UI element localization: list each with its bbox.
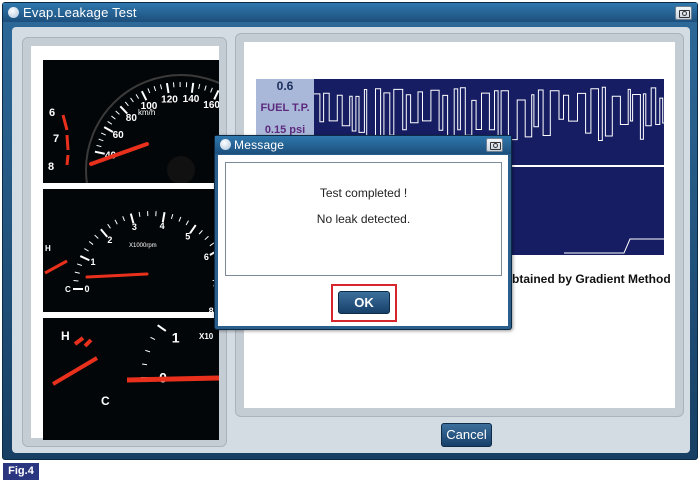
gauge-tick-mark <box>73 280 79 282</box>
gauge-tick-mark <box>107 223 111 229</box>
tacho-side-tick: C <box>65 285 71 294</box>
temperature-gauge: 012 X10 H C <box>43 318 219 440</box>
gauge-tick-label: 80 <box>126 113 138 124</box>
speed-side-tick: 6 <box>49 107 55 119</box>
gauge-tick-label: 1 <box>90 257 95 267</box>
speed-side-tick: 7 <box>53 133 59 145</box>
dialog-body: Test completed ! No leak detected. OK <box>218 155 508 326</box>
camera-icon[interactable] <box>675 6 692 20</box>
gauge-tick-label: 160 <box>203 100 219 111</box>
message-line-leak: No leak detected. <box>316 212 411 226</box>
gauge-tick-mark <box>100 132 106 136</box>
gauge-tick-mark <box>185 220 189 226</box>
gauge-tick-label: 4 <box>160 221 165 231</box>
gear-icon <box>8 7 19 18</box>
gauge-tick-label: 60 <box>113 130 125 141</box>
gauge-tick-mark <box>115 110 120 115</box>
gauge-panel-inner: 406080100120140160180200220240 km/h 6 7 … <box>31 46 219 440</box>
gauge-tick-mark <box>84 248 89 252</box>
dialog-title: Message <box>234 138 285 152</box>
gauge-tick-mark <box>138 211 141 217</box>
window-title: Evap.Leakage Test <box>23 5 137 20</box>
gauge-tick-mark <box>147 88 151 94</box>
temp-unit-label: X10 <box>199 332 214 341</box>
message-line-completed: Test completed ! <box>319 186 408 200</box>
speedometer-gauge: 406080100120140160180200220240 km/h 6 7 … <box>43 60 219 183</box>
tachometer-gauge: 012345678 X1000rpm H C <box>43 189 219 312</box>
gauge-tick-mark <box>135 94 140 99</box>
gauge-tick-label: 8 <box>209 306 214 312</box>
gauge-tick-mark <box>114 219 118 225</box>
message-box: Test completed ! No leak detected. <box>225 162 502 276</box>
gauge-tick-mark <box>140 90 148 101</box>
gauge-tick-mark <box>98 138 104 142</box>
gauge-tick-label: 2 <box>107 235 112 245</box>
gauge-tick-mark <box>178 216 182 222</box>
graph-signal-name: FUEL T.P. <box>260 102 310 114</box>
gauge-tick-label: 120 <box>161 94 178 105</box>
ok-button[interactable]: OK <box>338 291 390 314</box>
result-method-text: btained by Gradient Method <box>512 272 671 286</box>
gauge-tick-mark <box>130 97 134 103</box>
gauge-tick-mark <box>76 263 83 267</box>
gauge-tick-mark <box>88 241 94 245</box>
gauge-tick-mark <box>111 115 116 120</box>
temp-side-tick: C <box>101 394 110 408</box>
gauge-tick-mark <box>204 85 207 91</box>
tacho-side-tick: H <box>45 244 51 253</box>
camera-icon[interactable] <box>486 138 503 152</box>
gauge-tick-mark <box>94 234 99 239</box>
gauge-tick-mark <box>74 271 80 274</box>
dialog-titlebar: Message <box>215 136 511 154</box>
window-titlebar: Evap.Leakage Test <box>3 3 697 22</box>
gauge-tick-label: 2 <box>205 318 213 320</box>
gauge-panel: 406080100120140160180200220240 km/h 6 7 … <box>22 37 227 447</box>
gauge-tick-label: 0 <box>84 284 89 294</box>
graph-label-column: 0.6 FUEL T.P. 0.15 psi <box>256 79 314 141</box>
gauge-tick-mark <box>165 82 170 94</box>
gauge-tick-mark <box>100 228 109 238</box>
speed-side-tick: 8 <box>48 161 54 173</box>
gauge-tick-mark <box>198 83 201 90</box>
gauge-tick-mark <box>198 230 203 235</box>
cancel-button[interactable]: Cancel <box>441 423 492 447</box>
message-dialog: Message Test completed ! No leak detecte… <box>214 135 512 330</box>
gauge-tick-mark <box>157 324 167 332</box>
gauge-tick-mark <box>153 86 157 92</box>
gauge-tick-mark <box>94 150 105 155</box>
gauge-tick-label: 3 <box>132 222 137 232</box>
figure-label: Fig.4 <box>3 463 39 480</box>
graph-max-label: 0.6 <box>276 79 294 93</box>
speed-unit-label: km/h <box>138 108 155 117</box>
gauge-tick-mark <box>189 224 197 234</box>
gauge-tick-mark <box>107 121 113 125</box>
gauge-tick-mark <box>79 255 90 262</box>
temp-side-tick: H <box>61 329 70 343</box>
gauge-tick-label: 140 <box>183 94 200 105</box>
gauge-tick-mark <box>159 84 163 90</box>
gauge-tick-mark <box>124 101 129 107</box>
gauge-tick-mark <box>145 349 151 353</box>
gauge-tick-mark <box>122 216 126 222</box>
gauge-tick-mark <box>96 144 102 148</box>
gauge-tick-mark <box>213 89 219 100</box>
tacho-unit-label: X1000rpm <box>129 243 157 249</box>
gauge-tick-mark <box>210 87 213 93</box>
gauge-tick-mark <box>141 363 148 366</box>
gauge-tick-mark <box>150 336 156 340</box>
gauge-tick-mark <box>204 235 209 241</box>
gauge-tick-label: 1 <box>172 330 180 346</box>
gauge-tick-label: 6 <box>204 252 209 262</box>
gear-icon <box>220 139 231 150</box>
gauge-tick-mark <box>170 213 174 220</box>
gauge-tick-label: 5 <box>185 232 190 242</box>
gauge-tick-mark <box>190 82 195 93</box>
